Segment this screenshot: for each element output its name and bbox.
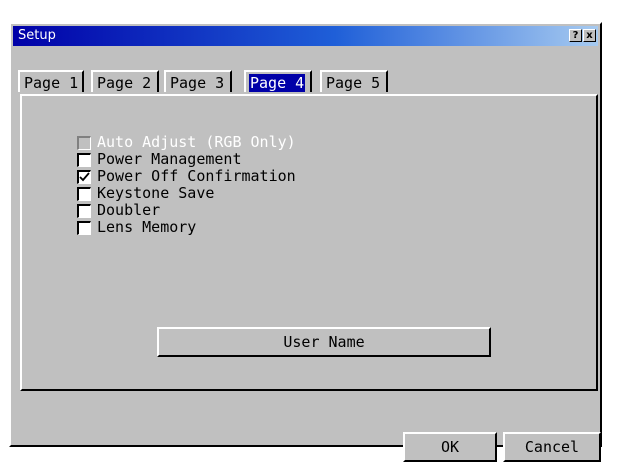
cancel-button[interactable]: Cancel <box>503 432 601 462</box>
power-off-confirmation-checkbox[interactable] <box>77 170 91 184</box>
tab-label: Page 4 <box>249 74 306 92</box>
window-title: Setup <box>18 28 56 43</box>
keystone-save-checkbox[interactable] <box>77 187 91 201</box>
tab-page-5[interactable]: Page 5 <box>320 70 388 92</box>
doubler-checkbox[interactable] <box>77 204 91 218</box>
tab-page-4[interactable]: Page 4 <box>244 70 312 92</box>
tab-label: Page 2 <box>97 74 152 92</box>
ok-button[interactable]: OK <box>403 432 497 462</box>
check-icon <box>79 172 90 182</box>
tab-page-2[interactable]: Page 2 <box>91 70 159 92</box>
power-management-checkbox[interactable] <box>77 153 91 167</box>
power-off-confirmation-label: Power Off Confirmation <box>97 167 296 185</box>
keystone-save-label: Keystone Save <box>97 184 215 202</box>
tab-label: Page 5 <box>326 74 381 92</box>
auto-adjust-label: Auto Adjust (RGB Only) <box>97 133 296 151</box>
doubler-label: Doubler <box>97 201 161 219</box>
title-bar[interactable]: Setup ? x <box>13 26 598 46</box>
lens-memory-label: Lens Memory <box>97 218 197 236</box>
help-icon[interactable]: ? <box>569 29 582 42</box>
tab-page-3[interactable]: Page 3 <box>164 70 232 92</box>
setup-dialog: Setup ? x Page 1 Page 2 Page 3 Page 4 Pa… <box>9 22 602 462</box>
auto-adjust-checkbox <box>77 136 91 150</box>
tab-page-1[interactable]: Page 1 <box>18 70 84 92</box>
lens-memory-checkbox[interactable] <box>77 221 91 235</box>
close-icon[interactable]: x <box>583 29 596 42</box>
tab-label: Page 1 <box>24 74 79 92</box>
user-name-button[interactable]: User Name <box>157 327 491 357</box>
power-management-label: Power Management <box>97 150 242 168</box>
tab-label: Page 3 <box>170 74 225 92</box>
